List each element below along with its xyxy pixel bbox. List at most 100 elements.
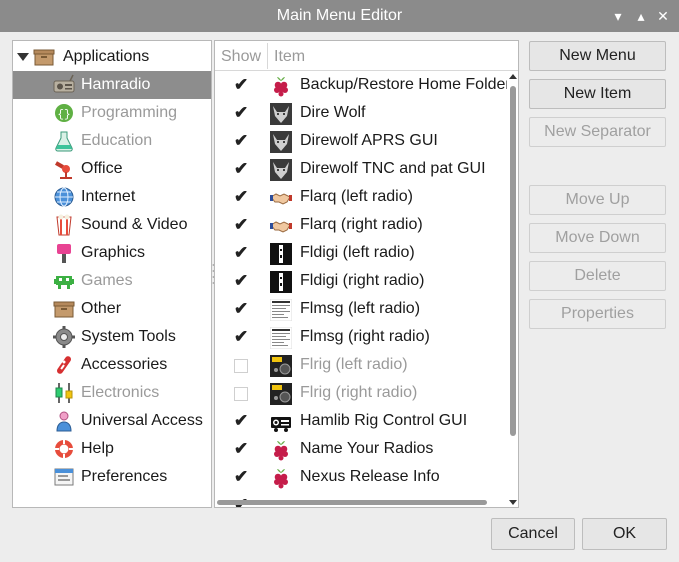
checkmark-icon: ✔ bbox=[234, 243, 249, 262]
tree-item-graphics[interactable]: Graphics bbox=[13, 239, 211, 267]
electronics-icon bbox=[55, 383, 73, 403]
scroll-up-arrow-icon[interactable] bbox=[509, 74, 517, 79]
raspberry-icon bbox=[274, 77, 288, 97]
tree-item-label: Other bbox=[81, 300, 122, 317]
list-item[interactable]: ✔ Name Your Radios bbox=[215, 436, 507, 464]
tree-item-label: Accessories bbox=[81, 356, 168, 373]
new-menu-button[interactable]: New Menu bbox=[529, 41, 666, 71]
list-item[interactable]: Flrig (right radio) bbox=[215, 380, 507, 408]
list-item[interactable]: ✔ Dire Wolf bbox=[215, 100, 507, 128]
list-item[interactable]: ✔ Direwolf TNC and pat GUI bbox=[215, 156, 507, 184]
minimize-icon[interactable]: ▾ bbox=[610, 8, 626, 24]
hamradio-icon bbox=[53, 74, 75, 93]
expander-arrow-icon[interactable] bbox=[17, 53, 29, 61]
list-item[interactable]: ✔ Flarq (left radio) bbox=[215, 184, 507, 212]
column-header-item[interactable]: Item bbox=[274, 48, 305, 66]
new-item-button[interactable]: New Item bbox=[529, 79, 666, 109]
tree-item-hamradio[interactable]: Hamradio bbox=[13, 71, 211, 99]
list-item[interactable]: ✔ Direwolf APRS GUI bbox=[215, 128, 507, 156]
show-checkbox[interactable]: ✔ bbox=[234, 271, 248, 290]
show-checkbox[interactable]: ✔ bbox=[234, 215, 248, 234]
checkmark-icon: ✔ bbox=[234, 299, 249, 318]
tree-item-accessories[interactable]: Accessories bbox=[13, 351, 211, 379]
accessories-icon bbox=[56, 356, 72, 374]
tree-item-games[interactable]: Games bbox=[13, 267, 211, 295]
vertical-scrollbar[interactable] bbox=[507, 72, 518, 507]
list-item[interactable]: ✔ Flmsg (right radio) bbox=[215, 324, 507, 352]
tree-item-programming[interactable]: {} Programming bbox=[13, 99, 211, 127]
cancel-button[interactable]: Cancel bbox=[491, 518, 575, 550]
delete-button[interactable]: Delete bbox=[529, 261, 666, 291]
checkmark-icon: ✔ bbox=[234, 411, 249, 430]
raspberry-icon bbox=[274, 441, 288, 461]
show-checkbox[interactable]: ✔ bbox=[234, 411, 248, 430]
vertical-scroll-thumb[interactable] bbox=[510, 86, 516, 436]
maximize-icon[interactable]: ▴ bbox=[633, 8, 649, 24]
list-item[interactable]: ✔ Flarq (right radio) bbox=[215, 212, 507, 240]
tree-item-other[interactable]: Other bbox=[13, 295, 211, 323]
new-separator-button[interactable]: New Separator bbox=[529, 117, 666, 147]
flrig-icon bbox=[270, 355, 292, 377]
title-bar: Main Menu Editor ▾ ▴ ✕ bbox=[0, 0, 679, 32]
items-list[interactable]: Show Item ✔ Backup/Restore Home Folder ✔ Di… bbox=[214, 40, 519, 508]
ok-button[interactable]: OK bbox=[582, 518, 667, 550]
list-item[interactable]: ✔ Fldigi (right radio) bbox=[215, 268, 507, 296]
checkmark-icon: ✔ bbox=[234, 159, 249, 178]
move-down-button[interactable]: Move Down bbox=[529, 223, 666, 253]
list-item[interactable]: ✔ Fldigi (left radio) bbox=[215, 240, 507, 268]
show-checkbox[interactable]: ✔ bbox=[234, 243, 248, 262]
tree-item-education[interactable]: Education bbox=[13, 127, 211, 155]
horizontal-scroll-thumb[interactable] bbox=[217, 500, 487, 505]
scroll-down-arrow-icon[interactable] bbox=[509, 500, 517, 505]
system-tools-icon bbox=[53, 326, 75, 348]
show-checkbox[interactable]: ✔ bbox=[234, 131, 248, 150]
move-up-button[interactable]: Move Up bbox=[529, 185, 666, 215]
preferences-icon bbox=[54, 468, 74, 486]
list-item[interactable]: ✔ Nexus Release Info bbox=[215, 464, 507, 492]
menu-tree[interactable]: Applications Hamradio {} Programming Educat… bbox=[12, 40, 212, 508]
tree-item-applications[interactable]: Applications bbox=[13, 43, 211, 71]
tree-item-label: Help bbox=[81, 440, 114, 457]
close-icon[interactable]: ✕ bbox=[655, 8, 671, 24]
tree-item-preferences[interactable]: Preferences bbox=[13, 463, 211, 491]
tree-item-system-tools[interactable]: System Tools bbox=[13, 323, 211, 351]
games-icon bbox=[54, 276, 74, 289]
checkmark-icon: ✔ bbox=[234, 439, 249, 458]
show-checkbox[interactable]: ✔ bbox=[234, 299, 248, 318]
list-item[interactable]: Flrig (left radio) bbox=[215, 352, 507, 380]
flmsg-icon bbox=[270, 327, 292, 349]
office-icon bbox=[55, 161, 72, 179]
list-item-label: Flrig (left radio) bbox=[300, 356, 408, 373]
show-checkbox[interactable]: ✔ bbox=[234, 327, 248, 346]
show-checkbox[interactable]: ✔ bbox=[234, 467, 248, 486]
programming-icon: {} bbox=[55, 104, 73, 122]
list-item[interactable]: ✔ Flmsg (left radio) bbox=[215, 296, 507, 324]
tree-item-help[interactable]: Help bbox=[13, 435, 211, 463]
show-checkbox[interactable]: ✔ bbox=[234, 187, 248, 206]
list-item-label: Nexus Release Info bbox=[300, 468, 440, 485]
show-checkbox[interactable]: ✔ bbox=[234, 439, 248, 458]
show-checkbox[interactable] bbox=[234, 359, 248, 373]
horizontal-scrollbar[interactable] bbox=[215, 498, 507, 507]
tree-item-universal-access[interactable]: Universal Access bbox=[13, 407, 211, 435]
column-header-show[interactable]: Show bbox=[221, 48, 261, 66]
checkmark-icon: ✔ bbox=[234, 187, 249, 206]
show-checkbox[interactable] bbox=[234, 387, 248, 401]
tree-item-sound-video[interactable]: Sound & Video bbox=[13, 211, 211, 239]
sound-video-icon bbox=[56, 214, 72, 236]
column-divider[interactable] bbox=[267, 43, 268, 69]
tree-item-electronics[interactable]: Electronics bbox=[13, 379, 211, 407]
tree-item-office[interactable]: Office bbox=[13, 155, 211, 183]
checkmark-icon: ✔ bbox=[234, 467, 249, 486]
show-checkbox[interactable]: ✔ bbox=[234, 103, 248, 122]
show-checkbox[interactable]: ✔ bbox=[234, 75, 248, 94]
list-item[interactable]: ✔ Backup/Restore Home Folder bbox=[215, 72, 507, 100]
list-item[interactable]: ✔ Hamlib Rig Control GUI bbox=[215, 408, 507, 436]
show-checkbox[interactable]: ✔ bbox=[234, 159, 248, 178]
tree-item-label: Universal Access bbox=[81, 412, 203, 429]
wolf-icon bbox=[270, 103, 292, 125]
properties-button[interactable]: Properties bbox=[529, 299, 666, 329]
flmsg-icon bbox=[270, 299, 292, 321]
tree-item-internet[interactable]: Internet bbox=[13, 183, 211, 211]
flrig-icon bbox=[270, 383, 292, 405]
